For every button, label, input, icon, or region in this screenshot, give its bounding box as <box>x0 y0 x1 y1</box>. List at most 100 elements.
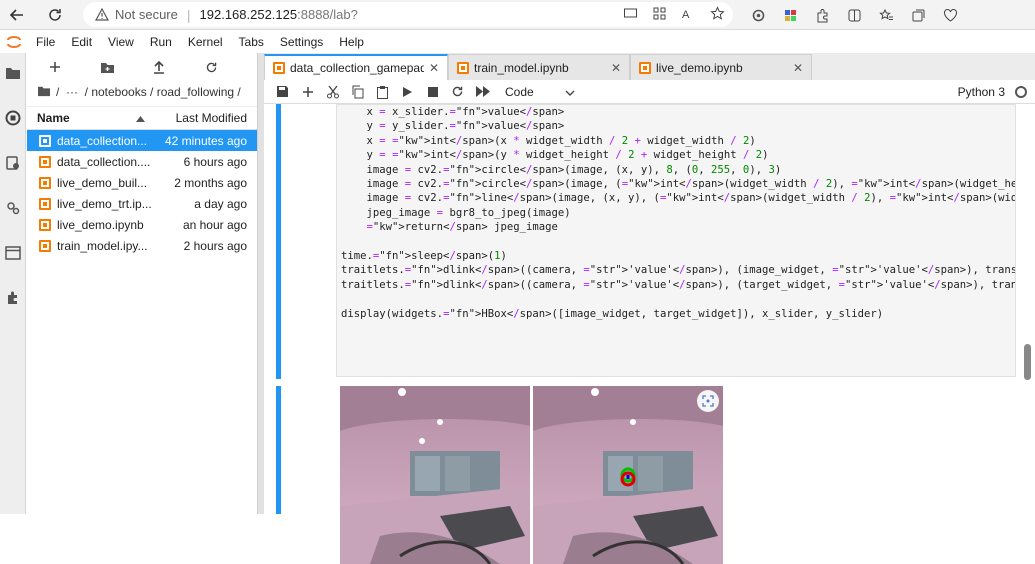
running-kernels-icon[interactable] <box>3 108 23 128</box>
add-cell-icon[interactable] <box>295 82 320 102</box>
upload-button[interactable] <box>151 59 167 75</box>
save-icon[interactable] <box>270 82 295 102</box>
code-line: image = cv2.="fn">circle</span>(image, (… <box>341 178 1016 191</box>
notebook-icon <box>39 176 51 189</box>
notebook-body: x = x_slider.="fn">value</span> y = y_sl… <box>264 104 1035 564</box>
restart-kernel-icon[interactable] <box>445 82 470 102</box>
run-icon[interactable] <box>395 82 420 102</box>
image-zoom-icon[interactable] <box>697 390 719 412</box>
favorite-star-icon[interactable] <box>710 6 725 24</box>
menu-file[interactable]: File <box>28 35 63 49</box>
extension-icon[interactable] <box>780 5 800 25</box>
back-icon[interactable] <box>6 4 28 26</box>
breadcrumb-path[interactable]: / ··· / notebooks / road_following / <box>56 85 241 99</box>
cut-icon[interactable] <box>320 82 345 102</box>
warning-icon <box>94 7 110 22</box>
tab-live-demo[interactable]: live_demo.ipynb ✕ <box>630 54 812 80</box>
copy-icon[interactable] <box>345 82 370 102</box>
activity-bar <box>0 53 26 514</box>
tab-label: live_demo.ipynb <box>656 60 743 75</box>
menu-view[interactable]: View <box>100 35 142 49</box>
property-inspector-icon[interactable] <box>3 198 23 218</box>
notebook-icon <box>639 61 651 74</box>
commands-icon[interactable] <box>3 153 23 173</box>
collections-icon[interactable] <box>908 5 928 25</box>
modified-column-header[interactable]: Last Modified <box>176 111 247 125</box>
code-cell-editor[interactable]: x = x_slider.="fn">value</span> y = y_sl… <box>336 104 1016 377</box>
code-line: display(widgets.="fn">HBox</span>([image… <box>341 307 884 320</box>
name-column-header[interactable]: Name <box>37 111 70 125</box>
breadcrumb[interactable]: / ··· / notebooks / road_following / <box>27 81 257 103</box>
file-modified: 2 months ago <box>174 175 247 190</box>
file-row[interactable]: live_demo_buil... 2 months ago <box>27 172 257 193</box>
notebook-scrollbar[interactable] <box>1024 344 1031 380</box>
menu-run[interactable]: Run <box>142 35 180 49</box>
browser-health-icon[interactable] <box>940 5 960 25</box>
tab-train-model[interactable]: train_model.ipynb ✕ <box>448 54 630 80</box>
code-line: x = x_slider.="fn">value</span> <box>341 106 565 118</box>
tab-data-collection-gamepad[interactable]: data_collection_gamepad.ipy ✕ <box>264 54 448 80</box>
target-image-widget <box>533 386 723 564</box>
sort-caret-icon[interactable] <box>135 111 145 125</box>
apps-icon[interactable] <box>652 6 667 24</box>
url-host: 192.168.252.125 <box>199 7 298 22</box>
file-modified: 42 minutes ago <box>164 133 247 148</box>
address-separator: | <box>186 6 191 23</box>
close-tab-icon[interactable]: ✕ <box>429 61 439 75</box>
close-tab-icon[interactable]: ✕ <box>611 61 621 75</box>
code-line: time.="fn">sleep</span>(1) <box>341 250 507 263</box>
file-modified: 2 hours ago <box>183 238 247 253</box>
puzzle-icon[interactable] <box>812 5 832 25</box>
tab-label: train_model.ipynb <box>474 60 569 75</box>
code-line: y = y_slider.="fn">value</span> <box>341 120 565 133</box>
notebook-icon <box>273 62 285 74</box>
notebook-icon <box>39 155 51 168</box>
kernel-status[interactable]: Python 3 <box>958 85 1027 99</box>
chevron-down-icon <box>565 85 575 99</box>
notebook-icon <box>39 218 51 231</box>
file-row[interactable]: live_demo_trt.ip... a day ago <box>27 193 257 214</box>
refresh-files-button[interactable] <box>203 59 219 75</box>
file-row[interactable]: train_model.ipy... 2 hours ago <box>27 235 257 256</box>
close-tab-icon[interactable]: ✕ <box>793 61 803 75</box>
file-name: live_demo_buil... <box>57 175 148 190</box>
cell-output <box>340 386 725 564</box>
output-cell-indicator <box>276 386 281 514</box>
jupyter-menubar: File Edit View Run Kernel Tabs Settings … <box>0 31 1035 53</box>
tab-label: data_collection_gamepad.ipy <box>290 61 424 75</box>
code-line: x = ="kw">int</span>(x * widget_width / … <box>341 134 756 147</box>
read-aloud-icon[interactable]: A <box>681 6 696 24</box>
menu-kernel[interactable]: Kernel <box>180 35 231 49</box>
settings-gear-icon[interactable] <box>748 5 768 25</box>
cell-type-dropdown[interactable]: Code <box>505 85 575 99</box>
tabs-panel-icon[interactable] <box>3 243 23 263</box>
code-line: ="kw">return</span> jpeg_image <box>366 221 558 234</box>
new-folder-button[interactable] <box>99 59 115 75</box>
extension-manager-icon[interactable] <box>3 288 23 308</box>
refresh-icon[interactable] <box>44 4 66 26</box>
kernel-name: Python 3 <box>957 84 1005 99</box>
code-line: jpeg_image = bgr8_to_jpeg(image) <box>341 206 571 219</box>
browser-toolbar: Not secure | 192.168.252.125:8888/lab? A <box>0 0 1035 30</box>
file-browser: / ··· / notebooks / road_following / Nam… <box>27 53 258 514</box>
breadcrumb-folder-icon[interactable] <box>37 85 51 100</box>
menu-tabs[interactable]: Tabs <box>231 35 272 49</box>
paste-icon[interactable] <box>370 82 395 102</box>
folder-icon[interactable] <box>3 63 23 83</box>
menu-settings[interactable]: Settings <box>272 35 331 49</box>
security-label: Not secure <box>115 7 178 22</box>
screen-cast-icon[interactable] <box>623 6 638 24</box>
stop-icon[interactable] <box>420 82 445 102</box>
file-row[interactable]: data_collection... 42 minutes ago <box>27 130 257 151</box>
new-launcher-button[interactable] <box>47 59 63 75</box>
menu-help[interactable]: Help <box>331 35 372 49</box>
address-bar[interactable]: Not secure | 192.168.252.125:8888/lab? A <box>83 2 733 27</box>
file-row[interactable]: live_demo.ipynb an hour ago <box>27 214 257 235</box>
split-screen-icon[interactable] <box>844 5 864 25</box>
favorites-icon[interactable] <box>876 5 896 25</box>
menu-edit[interactable]: Edit <box>63 35 100 49</box>
fast-forward-icon[interactable] <box>470 82 495 102</box>
file-row[interactable]: data_collection.... 6 hours ago <box>27 151 257 172</box>
code-line: traitlets.="fn">dlink</span>((camera, ="… <box>341 264 1015 277</box>
cell-type-value: Code <box>505 84 534 99</box>
